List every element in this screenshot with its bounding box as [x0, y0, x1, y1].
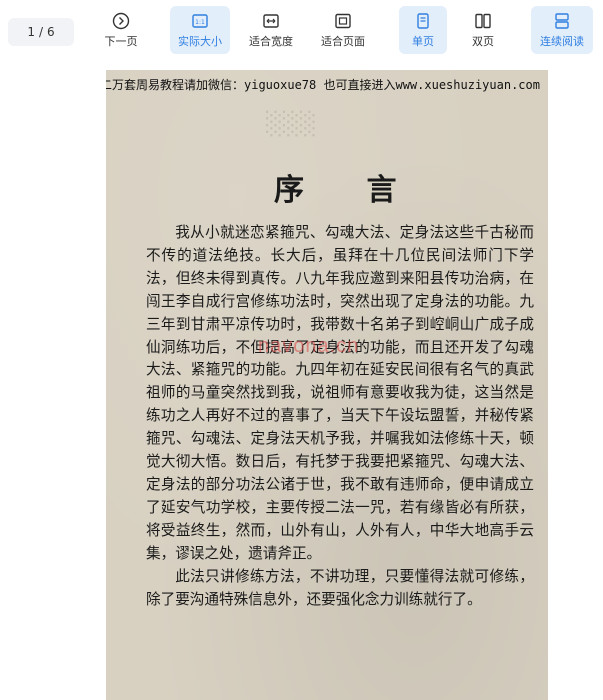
- body-paragraph-1: 我从小就迷恋紧箍咒、勾魂大法、定身法这些千古秘而不传的道法绝技。长大后，虽拜在十…: [146, 224, 534, 562]
- double-page-icon: [474, 12, 492, 30]
- continuous-read-button[interactable]: 连续阅读: [531, 6, 593, 54]
- watermark-text: navona.cn: [258, 335, 360, 357]
- next-page-icon: [112, 12, 130, 30]
- single-page-icon: [414, 12, 432, 30]
- fit-width-button[interactable]: 适合宽度: [242, 6, 300, 54]
- page-title: 序 言: [274, 173, 423, 208]
- continuous-read-icon: [553, 12, 571, 30]
- document-viewer[interactable]: 二万套周易教程请加微信：yiguoxue78 也可直接进入www.xueshuz…: [0, 62, 603, 700]
- double-page-label: 双页: [472, 35, 494, 48]
- bleed-through-text: ░░░: [266, 112, 317, 137]
- fit-page-button[interactable]: 适合页面: [314, 6, 372, 54]
- continuous-read-label: 连续阅读: [540, 35, 584, 48]
- fit-page-label: 适合页面: [321, 35, 365, 48]
- page-separator: /: [38, 25, 44, 39]
- single-page-button[interactable]: 单页: [399, 6, 447, 54]
- document-page: 二万套周易教程请加微信：yiguoxue78 也可直接进入www.xueshuz…: [106, 70, 548, 700]
- fit-page-icon: [334, 12, 352, 30]
- actual-size-icon: 1:1: [191, 12, 209, 30]
- actual-size-label: 实际大小: [178, 35, 222, 48]
- bleed-through-lower: [146, 598, 534, 620]
- single-page-label: 单页: [412, 35, 434, 48]
- bleed-line: [146, 598, 534, 620]
- page-indicator[interactable]: 1 / 6: [8, 18, 74, 46]
- viewer-toolbar: 1 / 6 下一页 1:1 实际大小 适合宽度 适合页面 单页 双页 连续阅读: [0, 0, 603, 62]
- double-page-button[interactable]: 双页: [459, 6, 507, 54]
- page-body: 我从小就迷恋紧箍咒、勾魂大法、定身法这些千古秘而不传的道法绝技。长大后，虽拜在十…: [146, 222, 534, 611]
- svg-text:1:1: 1:1: [195, 19, 205, 26]
- fit-width-label: 适合宽度: [249, 35, 293, 48]
- next-page-button[interactable]: 下一页: [92, 6, 150, 54]
- next-page-label: 下一页: [104, 35, 138, 48]
- page-header-ad: 二万套周易教程请加微信：yiguoxue78 也可直接进入www.xueshuz…: [106, 78, 540, 92]
- current-page-number[interactable]: 1: [27, 25, 35, 39]
- actual-size-button[interactable]: 1:1 实际大小: [170, 6, 230, 54]
- total-pages: 6: [47, 25, 55, 39]
- fit-width-icon: [262, 12, 280, 30]
